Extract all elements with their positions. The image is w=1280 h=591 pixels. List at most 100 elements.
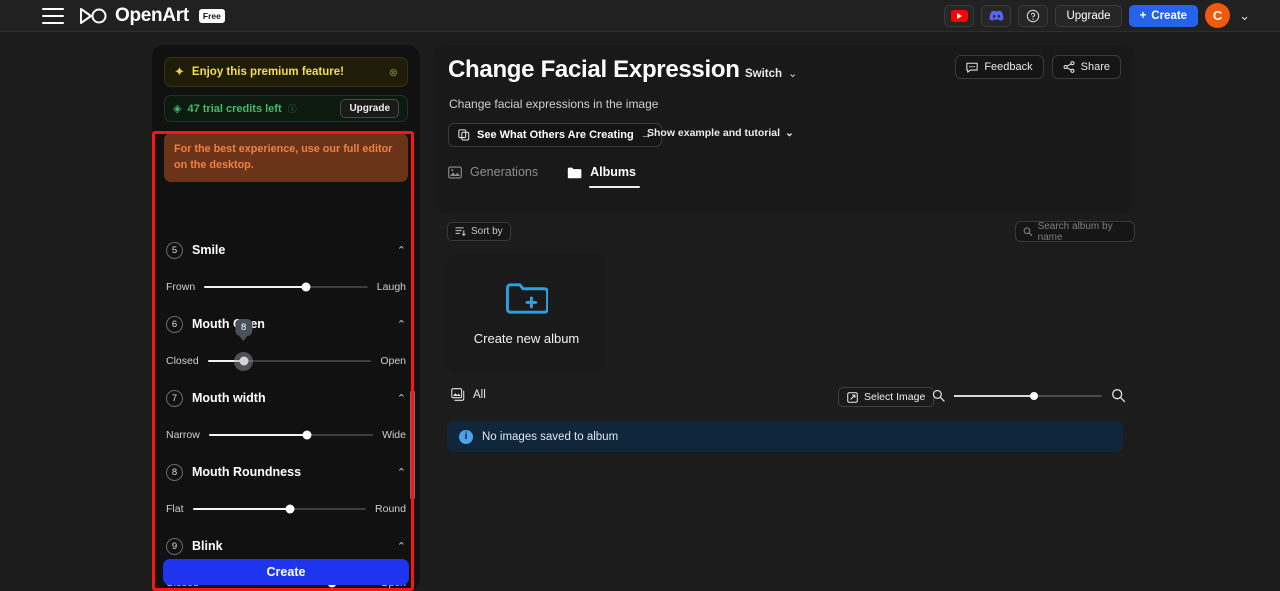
create-new-album-card[interactable]: Create new album	[447, 253, 606, 373]
select-image-button[interactable]: Select Image	[838, 387, 935, 407]
main-header-panel: Change Facial Expression Switch ⌄ Feedba…	[434, 45, 1134, 213]
section-number: 7	[166, 389, 183, 407]
hamburger-menu-icon[interactable]	[42, 7, 64, 24]
slider-thumb[interactable]	[301, 282, 311, 292]
slider-thumb[interactable]	[285, 504, 295, 514]
comment-icon	[966, 62, 978, 73]
slider-max-label: Laugh	[376, 281, 406, 293]
search-album-input[interactable]: Search album by name	[1015, 220, 1135, 243]
brand-logo[interactable]: OpenArt Free	[78, 5, 225, 27]
section-mouth-roundness: 8 Mouth Roundness ⌃ Flat Round	[152, 455, 420, 529]
slider-track[interactable]	[204, 282, 368, 292]
section-title: Smile	[192, 243, 226, 257]
avatar[interactable]: C	[1205, 3, 1231, 28]
premium-feature-banner: ✦ Enjoy this premium feature! ⊗	[164, 57, 408, 87]
copy-stack-icon	[458, 129, 470, 141]
show-example-and-tutorial-toggle[interactable]: Show example and tutorial ⌄	[647, 127, 794, 139]
section-title: Mouth Open	[192, 317, 265, 331]
slider-thumb[interactable]	[302, 430, 312, 440]
section-number: 6	[166, 315, 183, 333]
desktop-editor-notice: For the best experience, use our full ed…	[164, 133, 408, 183]
slider-max-label: Wide	[382, 429, 406, 441]
switch-label: Switch	[745, 67, 783, 80]
chevron-up-icon[interactable]: ⌃	[397, 466, 406, 479]
feedback-button[interactable]: Feedback	[955, 55, 1044, 79]
section-title: Mouth Roundness	[192, 465, 302, 479]
create-button-topbar[interactable]: + Create	[1128, 4, 1199, 27]
tab-albums[interactable]: Albums	[567, 165, 640, 188]
chevron-up-icon[interactable]: ⌃	[397, 318, 406, 331]
section-header-mouth-open[interactable]: 6 Mouth Open ⌃	[166, 307, 406, 341]
share-label: Share	[1080, 61, 1110, 73]
feedback-label: Feedback	[984, 61, 1033, 73]
no-images-text: No images saved to album	[482, 430, 619, 443]
slider-track[interactable]	[192, 504, 367, 514]
chevron-up-icon[interactable]: ⌃	[397, 244, 406, 257]
youtube-icon[interactable]	[944, 4, 975, 27]
see-others-label: See What Others Are Creating	[477, 129, 634, 141]
zoom-in-icon[interactable]	[1111, 388, 1126, 403]
all-filter[interactable]: All	[451, 388, 486, 401]
section-header-smile[interactable]: 5 Smile ⌃	[166, 233, 406, 267]
zoom-slider-track[interactable]	[954, 391, 1102, 400]
slider-track[interactable]	[208, 430, 374, 440]
slider-mouth-open[interactable]: Closed 8 Open	[166, 319, 406, 381]
section-smile: 5 Smile ⌃ Frown Laugh	[152, 233, 420, 307]
section-header-mouth-width[interactable]: 7 Mouth width ⌃	[166, 381, 406, 415]
sliders-scroll-area[interactable]: 5 Smile ⌃ Frown Laugh 6 Mouth Open ⌃ Clo…	[152, 233, 420, 591]
zoom-slider-thumb[interactable]	[1029, 391, 1038, 400]
chevron-down-icon: ⌄	[785, 127, 794, 139]
section-header-blink[interactable]: 9 Blink ⌃	[166, 529, 406, 563]
page-title: Change Facial Expression	[448, 56, 740, 83]
albums-stack-icon	[451, 388, 465, 401]
show-example-label: Show example and tutorial	[647, 127, 781, 139]
close-icon[interactable]: ⊗	[389, 66, 398, 79]
slider-smile[interactable]: Frown Laugh	[166, 267, 406, 307]
section-number: 9	[166, 537, 183, 555]
upgrade-button-topbar[interactable]: Upgrade	[1055, 4, 1122, 27]
search-icon	[1023, 227, 1033, 236]
tab-label: Generations	[470, 165, 539, 179]
discord-icon[interactable]	[981, 4, 1012, 27]
chevron-up-icon[interactable]: ⌃	[397, 392, 406, 405]
trial-credits-banner: ◈ 47 trial credits left ⓘ Upgrade	[164, 95, 408, 122]
slider-max-label: Round	[375, 503, 406, 515]
left-settings-panel: ✦ Enjoy this premium feature! ⊗ ◈ 47 tri…	[152, 45, 420, 591]
image-icon	[448, 166, 462, 178]
slider-max-label: Open	[380, 355, 406, 367]
diamond-icon: ◈	[173, 103, 182, 115]
switch-dropdown[interactable]: Switch ⌄	[745, 67, 797, 81]
no-images-banner: i No images saved to album	[447, 421, 1123, 452]
see-what-others-are-creating-button[interactable]: See What Others Are Creating →	[448, 123, 662, 147]
sort-by-button[interactable]: Sort by	[447, 222, 511, 241]
info-icon[interactable]: ⓘ	[288, 102, 297, 115]
share-button[interactable]: Share	[1051, 55, 1121, 79]
slider-mouth-width[interactable]: Narrow Wide	[166, 415, 406, 455]
search-placeholder: Search album by name	[1037, 220, 1113, 243]
create-button-label: Create	[1151, 9, 1188, 22]
chevron-down-icon[interactable]: ⌄	[1239, 8, 1250, 24]
top-bar: OpenArt Free Upgrade + Create C ⌄	[0, 0, 1280, 32]
slider-min-label: Frown	[166, 281, 196, 293]
section-header-mouth-roundness[interactable]: 8 Mouth Roundness ⌃	[166, 455, 406, 489]
sparkle-icon: ✦	[174, 64, 185, 79]
plan-badge: Free	[198, 8, 225, 23]
folder-icon	[567, 167, 582, 178]
sort-by-label: Sort by	[471, 226, 503, 237]
share-icon	[1063, 61, 1075, 73]
slider-track[interactable]: 8	[207, 319, 372, 366]
openart-logo-icon	[80, 7, 107, 24]
upgrade-button-sidebar[interactable]: Upgrade	[340, 99, 399, 118]
chevron-up-icon[interactable]: ⌃	[397, 540, 406, 553]
section-title: Blink	[192, 539, 223, 553]
create-button-sidebar[interactable]: Create	[163, 559, 409, 585]
slider-mouth-roundness[interactable]: Flat Round	[166, 489, 406, 529]
slider-min-label: Closed	[166, 355, 199, 367]
zoom-out-icon[interactable]	[932, 389, 945, 402]
help-circle-icon[interactable]	[1018, 4, 1049, 27]
brand-name: OpenArt	[115, 4, 189, 26]
sidebar-scrollbar[interactable]	[410, 390, 415, 500]
slider-thumb[interactable]	[239, 356, 249, 366]
tab-generations[interactable]: Generations	[448, 165, 538, 188]
select-image-icon	[847, 391, 858, 403]
